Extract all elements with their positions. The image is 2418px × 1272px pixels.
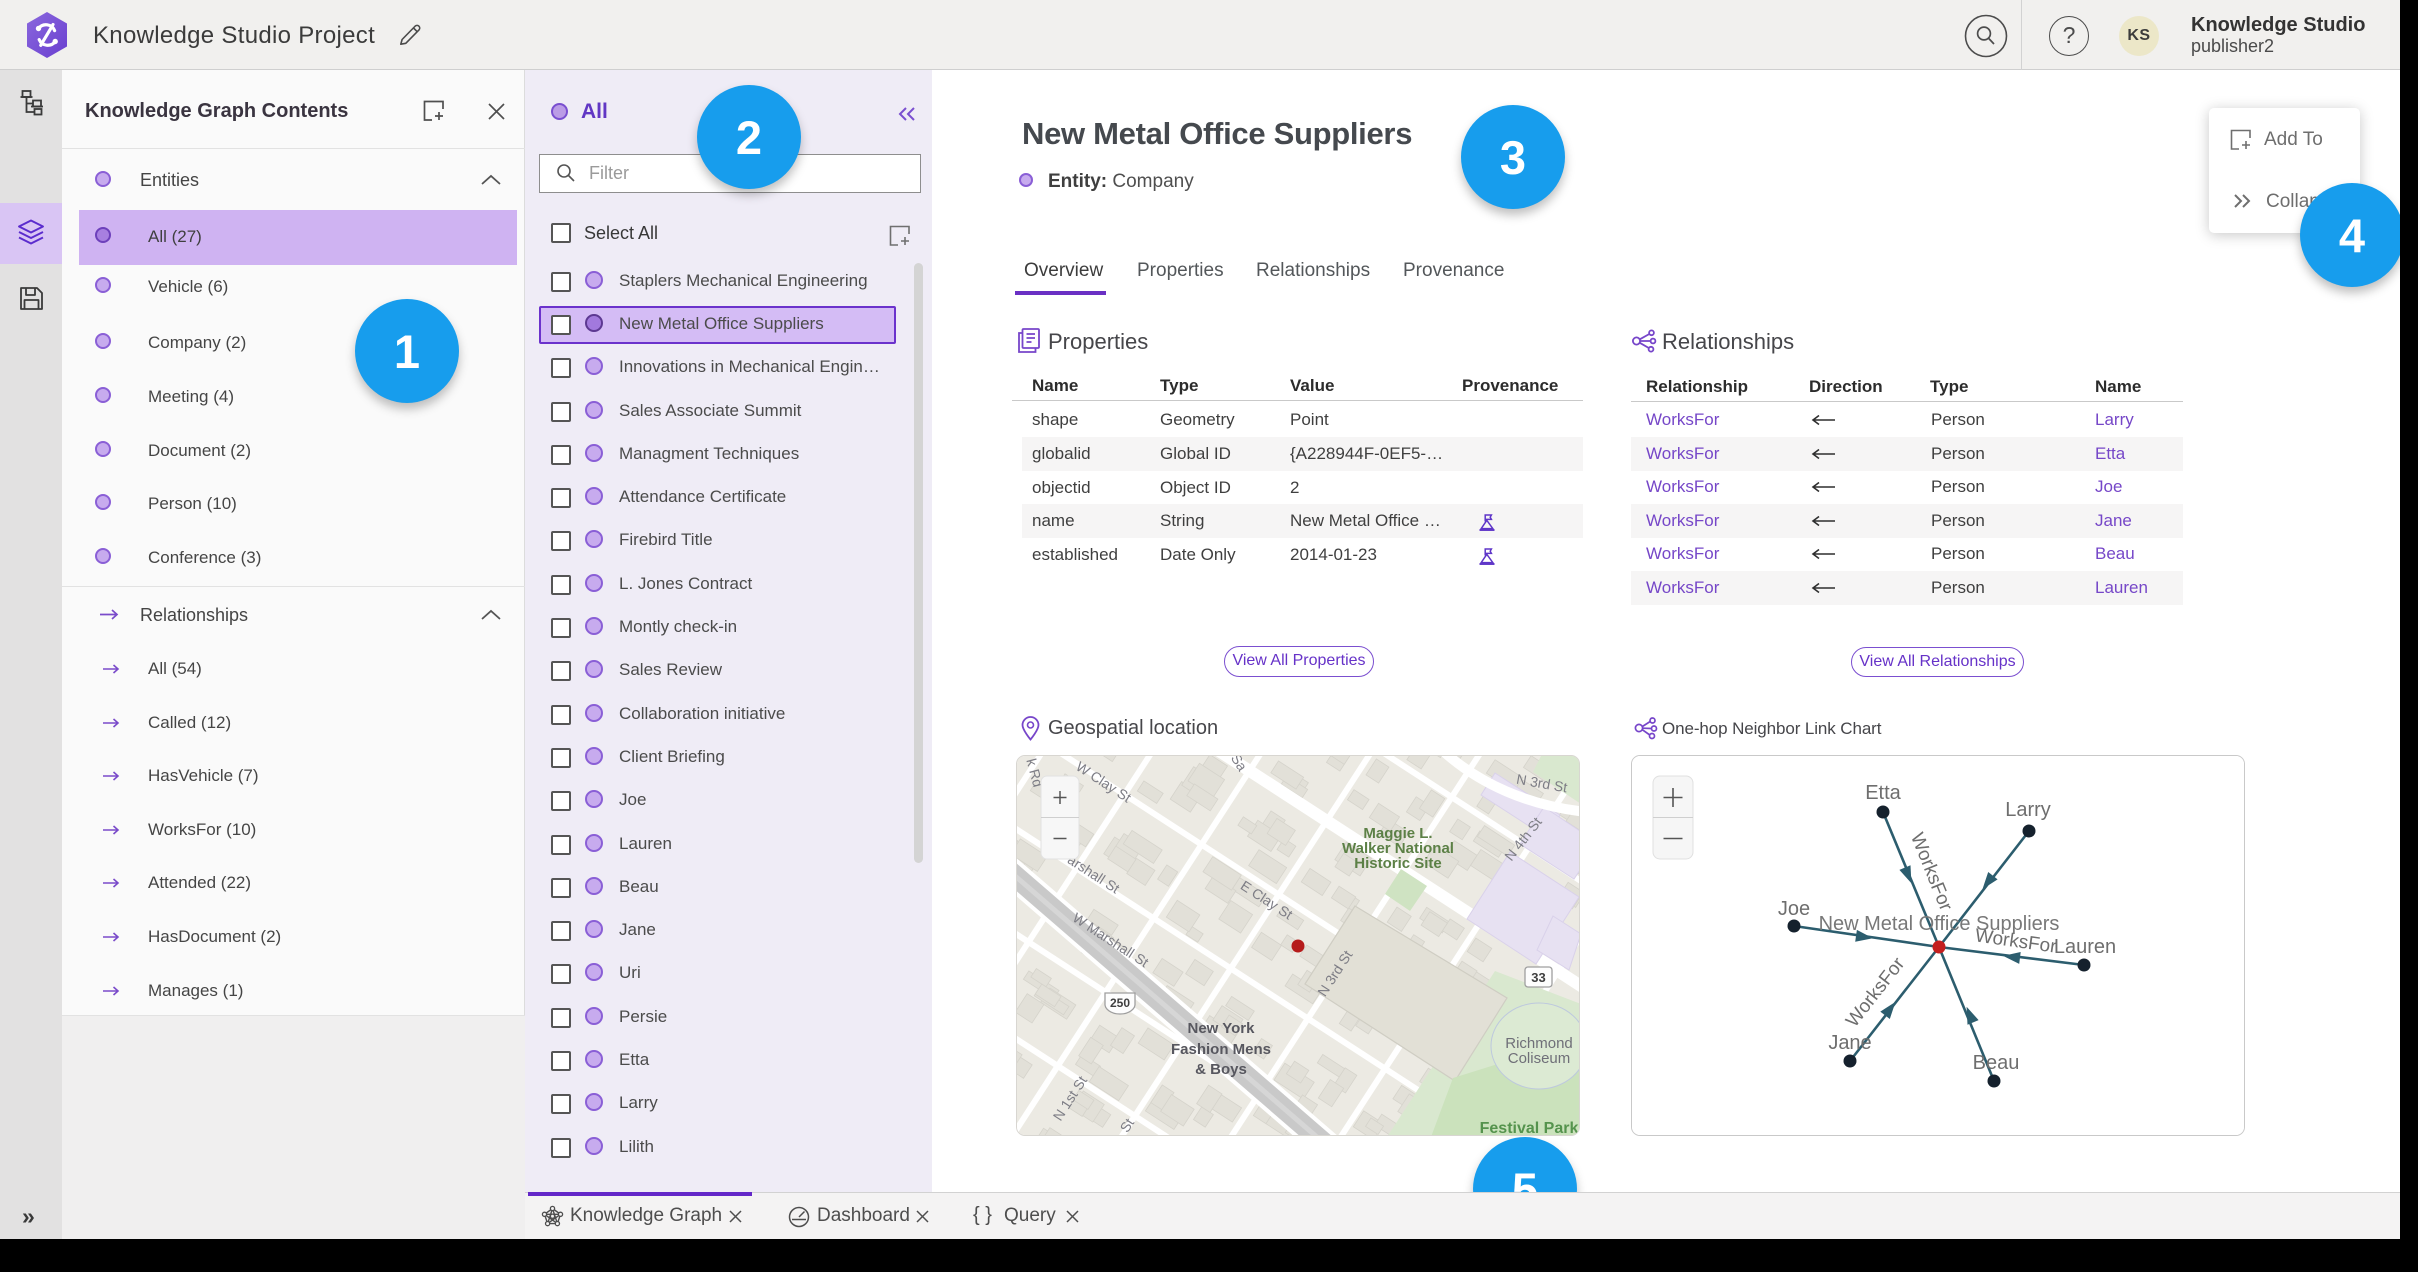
svg-text:Beau: Beau (1973, 1052, 2020, 1074)
svg-text:& Boys: & Boys (1195, 1061, 1247, 1078)
svg-text:Larry: Larry (2005, 799, 2051, 821)
svg-text:Coliseum: Coliseum (1508, 1050, 1571, 1067)
svg-text:Jane: Jane (1828, 1032, 1871, 1054)
svg-text:Festival Park: Festival Park (1480, 1120, 1579, 1136)
svg-text:Fashion Mens: Fashion Mens (1171, 1041, 1271, 1058)
svg-text:New York: New York (1188, 1020, 1256, 1037)
svg-text:Joe: Joe (1778, 898, 1810, 920)
svg-text:Etta: Etta (1865, 782, 1901, 804)
svg-text:250: 250 (1110, 996, 1130, 1010)
svg-text:33: 33 (1531, 970, 1545, 985)
svg-text:Lauren: Lauren (2054, 936, 2116, 958)
svg-text:Historic Site: Historic Site (1354, 855, 1442, 872)
